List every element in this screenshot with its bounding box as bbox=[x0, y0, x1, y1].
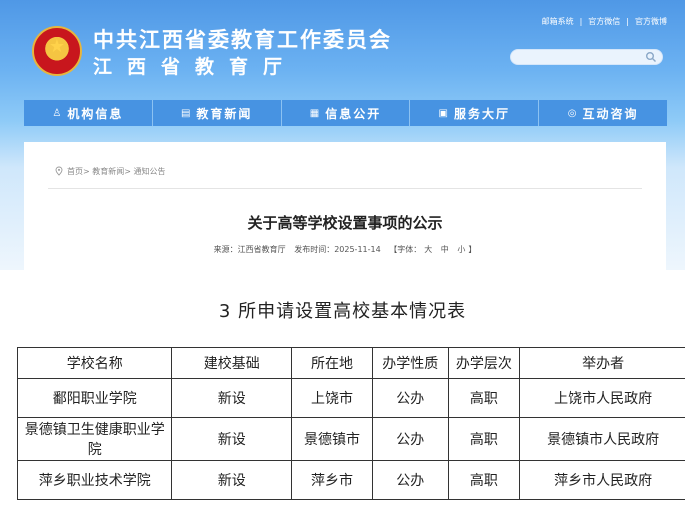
header-nature: 办学性质 bbox=[371, 347, 449, 379]
news-icon: ▤ bbox=[180, 107, 193, 119]
table-row: 萍乡职业技术学院 新设 萍乡市 公办 高职 萍乡市人民政府 bbox=[16, 460, 685, 500]
separator: | bbox=[579, 17, 583, 26]
cell-nature: 公办 bbox=[371, 417, 449, 461]
article-meta: 来源：江西省教育厅 发布时间：2025-11-14 【字体：大 中 小】 bbox=[24, 244, 666, 255]
cell-level: 高职 bbox=[447, 378, 521, 418]
header-banner: 中共江西省委教育工作委员会 江西省教育厅 邮箱系统 | 官方微信 | 官方微博 ♙机构信… bbox=[0, 0, 685, 270]
cell-location: 上饶市 bbox=[291, 378, 373, 418]
header-school-name: 学校名称 bbox=[16, 347, 173, 379]
mail-system-link[interactable]: 邮箱系统 bbox=[542, 17, 574, 26]
top-links: 邮箱系统 | 官方微信 | 官方微博 bbox=[542, 16, 667, 27]
font-small-button[interactable]: 小 bbox=[457, 245, 465, 254]
breadcrumb-sep: > bbox=[124, 167, 134, 176]
main-nav: ♙ 机构信息 ▤ 教育新闻 ▦ 信息公开 ▣ 服务大厅 ◎ 互动咨询 bbox=[0, 100, 685, 126]
search-icon[interactable] bbox=[645, 51, 657, 63]
cell-level: 高职 bbox=[447, 460, 521, 500]
cell-sponsor: 上饶市人民政府 bbox=[519, 378, 685, 418]
doc-icon: ▦ bbox=[309, 107, 322, 119]
search-box bbox=[510, 49, 663, 69]
breadcrumb-sep: > bbox=[83, 167, 93, 176]
nav-item-edu-news[interactable]: ▤ 教育新闻 bbox=[152, 100, 282, 126]
cell-location: 萍乡市 bbox=[291, 460, 373, 500]
cell-school-name: 景德镇卫生健康职业学院 bbox=[16, 417, 173, 461]
table-caption: 3 所申请设置高校基本情况表 bbox=[218, 301, 467, 322]
breadcrumb-notices[interactable]: 通知公告 bbox=[134, 167, 166, 176]
cell-sponsor: 景德镇市人民政府 bbox=[519, 417, 685, 461]
cell-school-name: 萍乡职业技术学院 bbox=[16, 460, 173, 500]
font-size-control: 【字体：大 中 小】 bbox=[389, 245, 476, 254]
cell-level: 高职 bbox=[447, 417, 521, 461]
national-emblem-logo bbox=[32, 26, 82, 76]
header-basis: 建校基础 bbox=[171, 347, 293, 379]
header-level: 办学层次 bbox=[447, 347, 521, 379]
cell-nature: 公办 bbox=[371, 378, 449, 418]
font-large-button[interactable]: 大 bbox=[424, 245, 432, 254]
breadcrumb-news[interactable]: 教育新闻 bbox=[92, 167, 124, 176]
header-sponsor: 举办者 bbox=[519, 347, 685, 379]
nav-label: 机构信息 bbox=[67, 106, 124, 121]
chat-icon: ◎ bbox=[567, 107, 579, 119]
location-icon bbox=[55, 166, 63, 176]
cell-basis: 新设 bbox=[171, 417, 293, 461]
header-location: 所在地 bbox=[291, 347, 373, 379]
cell-location: 景德镇市 bbox=[291, 417, 373, 461]
nav-item-org-info[interactable]: ♙ 机构信息 bbox=[24, 100, 153, 126]
dept-title: 江西省教育厅 bbox=[93, 56, 298, 78]
nav-item-info-disclosure[interactable]: ▦ 信息公开 bbox=[281, 100, 411, 126]
separator: | bbox=[626, 17, 629, 26]
article-title: 关于高等学校设置事项的公示 bbox=[247, 214, 443, 232]
font-medium-button[interactable]: 中 bbox=[441, 245, 449, 254]
weibo-link[interactable]: 官方微博 bbox=[635, 17, 667, 26]
font-label: 【字体： bbox=[389, 245, 422, 254]
article-source: 来源：江西省教育厅 bbox=[213, 245, 286, 254]
cell-nature: 公办 bbox=[371, 460, 449, 500]
search-input[interactable] bbox=[511, 55, 657, 69]
article-date: 发布时间：2025-11-14 bbox=[294, 245, 381, 254]
font-label-end: 】 bbox=[468, 245, 477, 254]
nav-item-interaction[interactable]: ◎ 互动咨询 bbox=[539, 100, 667, 126]
breadcrumb: 首页> 教育新闻> 通知公告 bbox=[54, 166, 166, 177]
nav-label: 教育新闻 bbox=[196, 106, 253, 121]
table-header-row: 学校名称 建校基础 所在地 办学性质 办学层次 举办者 bbox=[16, 347, 685, 379]
divider bbox=[48, 188, 642, 189]
table-row: 景德镇卫生健康职业学院 新设 景德镇市 公办 高职 景德镇市人民政府 bbox=[16, 417, 685, 461]
article-card: 首页> 教育新闻> 通知公告 关于高等学校设置事项的公示 来源：江西省教育厅 发… bbox=[24, 142, 666, 270]
schools-table: 学校名称 建校基础 所在地 办学性质 办学层次 举办者 鄱阳职业学院 新设 上饶… bbox=[16, 347, 685, 500]
wechat-link[interactable]: 官方微信 bbox=[588, 17, 620, 26]
breadcrumb-home[interactable]: 首页 bbox=[67, 167, 83, 176]
org-icon: ♙ bbox=[52, 107, 64, 119]
nav-label: 信息公开 bbox=[325, 106, 382, 121]
nav-item-service-hall[interactable]: ▣ 服务大厅 bbox=[410, 100, 540, 126]
cell-school-name: 鄱阳职业学院 bbox=[16, 378, 173, 418]
cell-basis: 新设 bbox=[171, 378, 293, 418]
nav-label: 互动咨询 bbox=[582, 106, 639, 121]
cell-sponsor: 萍乡市人民政府 bbox=[519, 460, 685, 500]
service-icon: ▣ bbox=[438, 107, 450, 119]
nav-label: 服务大厅 bbox=[454, 106, 511, 121]
table-row: 鄱阳职业学院 新设 上饶市 公办 高职 上饶市人民政府 bbox=[16, 378, 685, 418]
cell-basis: 新设 bbox=[171, 460, 293, 500]
org-title: 中共江西省委教育工作委员会 bbox=[93, 28, 392, 52]
